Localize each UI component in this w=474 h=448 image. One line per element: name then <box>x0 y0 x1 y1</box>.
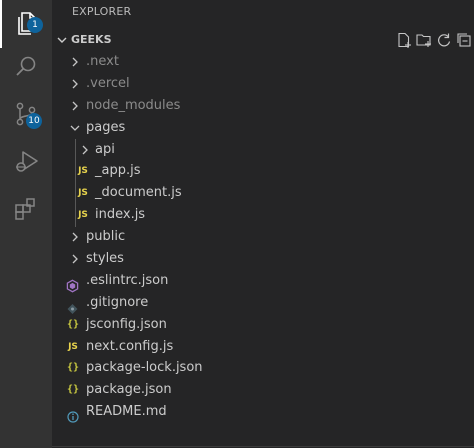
tree-item-package-lock[interactable]: {} package-lock.json <box>52 357 474 379</box>
tree-item-next[interactable]: .next <box>52 51 474 73</box>
tree-item-package-json[interactable]: {} package.json <box>52 379 474 401</box>
tree-item-eslintrc[interactable]: .eslintrc.json <box>52 270 474 293</box>
chevron-right-icon <box>72 79 78 89</box>
tree-item-label: .eslintrc.json <box>86 272 169 288</box>
chevron-right-icon <box>72 232 78 242</box>
javascript-file-icon: JS <box>78 166 88 177</box>
refresh-icon <box>438 33 451 47</box>
chevron-right-icon <box>72 57 78 67</box>
tree-item-label: styles <box>86 251 124 267</box>
new-folder-icon <box>416 34 431 47</box>
tree-item-gitignore[interactable]: .gitignore <box>52 292 474 314</box>
search-tab[interactable] <box>0 44 52 92</box>
javascript-file-icon: JS <box>78 210 88 221</box>
chevron-right-icon <box>72 101 78 111</box>
new-file-button[interactable] <box>394 31 414 49</box>
tree-item-vercel[interactable]: .vercel <box>52 73 474 95</box>
chevron-right-icon <box>72 254 78 264</box>
chevron-right-icon <box>82 145 88 155</box>
json-file-icon: {} <box>66 362 80 374</box>
chevron-down-icon <box>57 37 67 43</box>
tree-item-label: .gitignore <box>86 294 149 310</box>
tree-item-label: pages <box>86 119 126 135</box>
extensions-icon <box>15 198 35 220</box>
tree-item-label: public <box>86 229 126 245</box>
tree-item-pages[interactable]: pages <box>52 117 474 227</box>
tree-item-api[interactable]: api <box>52 139 474 161</box>
workspace-section-header[interactable]: GEEKS <box>52 29 474 51</box>
source-control-tab[interactable]: 10 <box>0 90 52 138</box>
section-actions <box>394 29 474 51</box>
new-file-icon <box>398 32 411 48</box>
tree-item-label: node_modules <box>86 97 181 113</box>
tree-item-label: jsconfig.json <box>86 316 167 332</box>
file-tree: .next .vercel node_modules pages api JS … <box>52 51 474 423</box>
collapse-all-icon <box>457 33 471 47</box>
json-file-icon: {} <box>66 318 80 330</box>
tree-item-label: next.config.js <box>86 338 174 354</box>
tree-item-label: _app.js <box>95 163 141 179</box>
new-folder-button[interactable] <box>414 31 434 49</box>
source-control-badge: 10 <box>26 113 42 129</box>
collapse-all-button[interactable] <box>454 31 474 49</box>
info-icon <box>67 411 79 423</box>
tree-item-label: index.js <box>95 207 146 223</box>
refresh-button[interactable] <box>434 31 454 49</box>
tree-item-jsconfig[interactable]: {} jsconfig.json <box>52 314 474 336</box>
tree-item-label: .next <box>86 54 119 69</box>
tree-item-next-config[interactable]: JS next.config.js <box>52 336 474 358</box>
tree-item-public[interactable]: public <box>52 226 474 248</box>
tree-item-label: README.md <box>86 404 167 420</box>
tree-item-document-js[interactable]: JS _document.js <box>52 182 474 204</box>
explorer-tab[interactable]: 1 <box>0 0 52 48</box>
tree-item-label: package.json <box>86 382 172 398</box>
tree-item-index-js[interactable]: JS index.js <box>52 204 474 226</box>
sidebar-title: EXPLORER <box>72 5 132 18</box>
run-debug-icon <box>16 151 38 172</box>
tree-item-label: _document.js <box>95 185 182 201</box>
javascript-file-icon: JS <box>78 188 88 199</box>
run-debug-tab[interactable] <box>0 138 52 186</box>
search-icon <box>16 56 36 76</box>
tree-item-readme[interactable]: README.md <box>52 401 474 423</box>
workspace-title: GEEKS <box>71 33 112 46</box>
javascript-file-icon: JS <box>68 341 78 352</box>
panel-divider <box>52 446 474 447</box>
tree-item-styles[interactable]: styles <box>52 248 474 270</box>
extensions-tab[interactable] <box>0 186 52 234</box>
tree-item-label: api <box>95 141 115 157</box>
tree-item-app-js[interactable]: JS _app.js <box>52 160 474 182</box>
activity-bar: 1 10 <box>0 0 52 448</box>
tree-item-node-modules[interactable]: node_modules <box>52 95 474 117</box>
explorer-badge: 1 <box>27 17 43 33</box>
explorer-sidebar: EXPLORER GEEKS .next .vercel node_module… <box>52 0 474 448</box>
tree-item-label: package-lock.json <box>86 360 203 376</box>
chevron-down-icon <box>70 125 80 131</box>
tree-item-label: .vercel <box>86 75 130 91</box>
json-file-icon: {} <box>66 384 80 396</box>
